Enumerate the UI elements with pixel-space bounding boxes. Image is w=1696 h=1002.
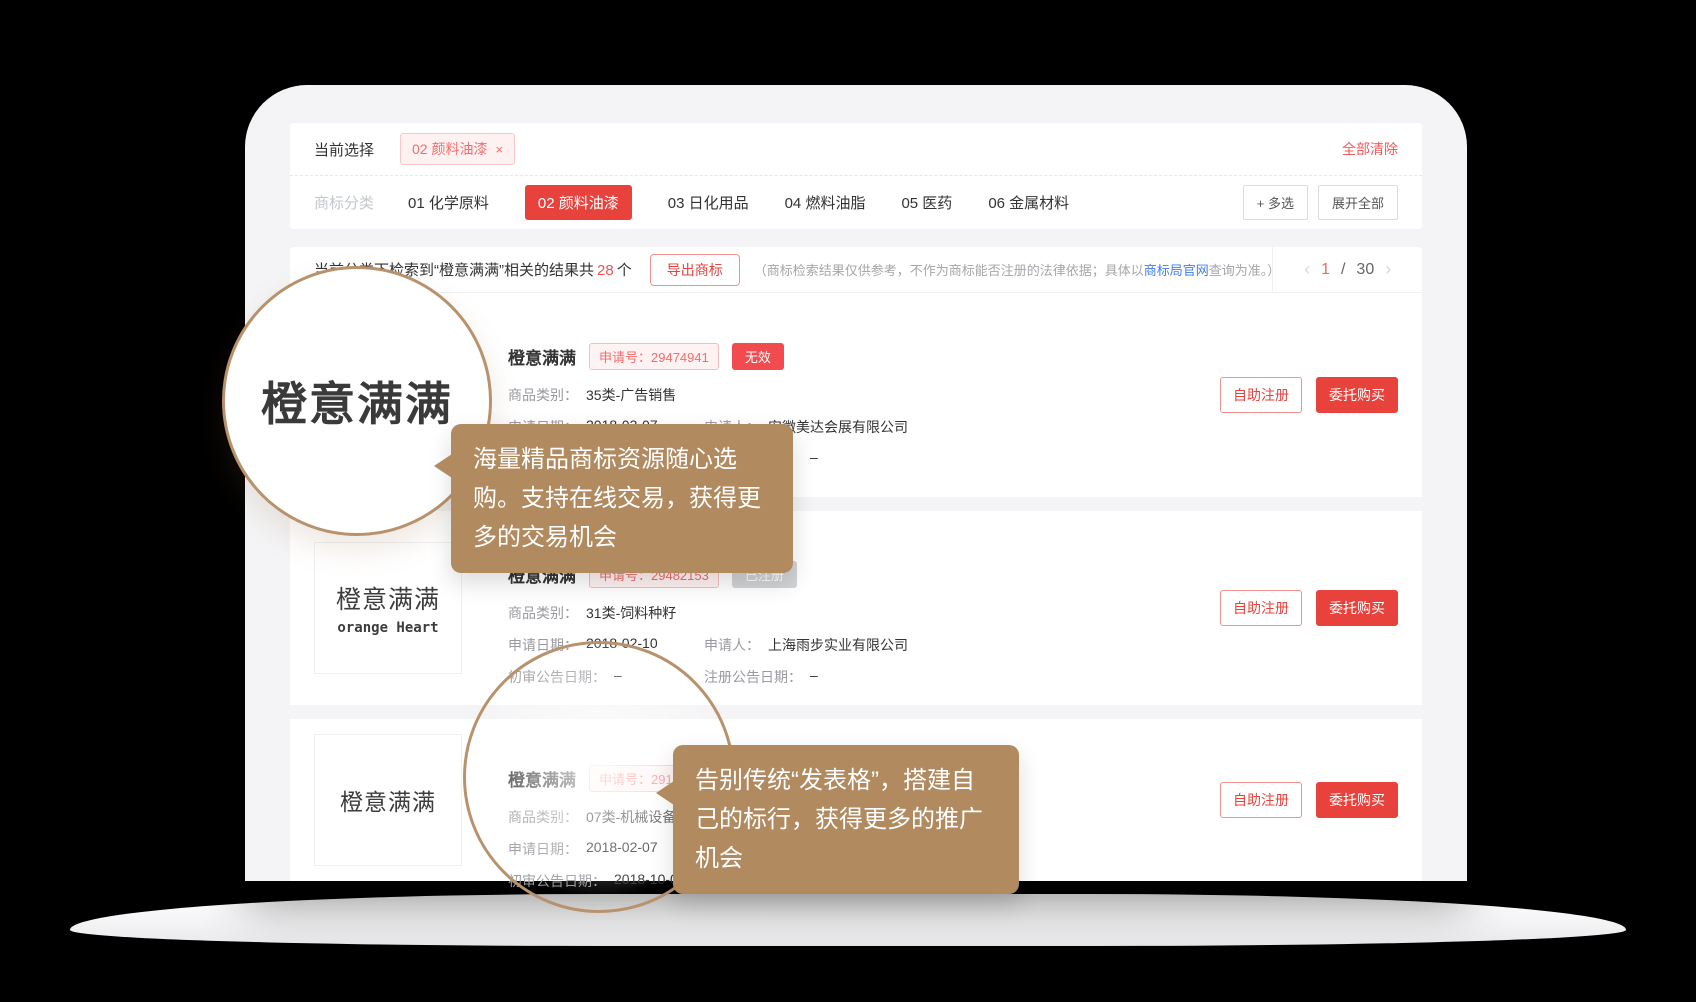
tab-01-chemical[interactable]: 01 化学原料 [408, 192, 489, 213]
registration-publication-value: – [810, 449, 818, 469]
category-label: 商标分类 [314, 192, 374, 213]
multi-select-button[interactable]: + 多选 [1243, 185, 1308, 220]
category-tabs: 01 化学原料 02 颜料油漆 03 日化用品 04 燃料油脂 05 医药 06… [408, 185, 1069, 220]
category-field-label: 商品类别： [508, 385, 578, 405]
tab-06-metal[interactable]: 06 金属材料 [988, 192, 1069, 213]
selected-filter-tag-label: 02 颜料油漆 [412, 139, 487, 159]
expand-all-button[interactable]: 展开全部 [1318, 185, 1398, 220]
summary-unit: 个 [617, 262, 632, 279]
remove-filter-icon[interactable]: × [495, 142, 503, 157]
registration-publication-label: 注册公告日期： [704, 667, 802, 687]
tooltip-marketplace: 海量精品商标资源随心选购。支持在线交易，获得更多的交易机会 [451, 424, 793, 573]
export-trademarks-button[interactable]: 导出商标 [650, 254, 740, 286]
results-count: 28 [597, 262, 614, 279]
current-page: 1 [1321, 261, 1330, 279]
results-header: 当前分类下检索到“橙意满满”相关的结果共28个 导出商标 （商标检索结果仅供参考… [290, 247, 1422, 293]
category-value: 35类-广告销售 [586, 385, 676, 405]
self-register-button[interactable]: 自助注册 [1220, 377, 1302, 413]
registration-publication-value: – [810, 667, 818, 687]
entrust-purchase-button[interactable]: 委托购买 [1316, 590, 1398, 626]
next-page-icon[interactable]: › [1385, 259, 1391, 280]
application-number-label: 申请号： [599, 350, 651, 365]
disclaimer-note: （商标检索结果仅供参考，不作为商标能否注册的法律依据；具体以商标局官网查询为准。… [754, 260, 1273, 279]
magnified-trademark-text: 橙意满满 [261, 368, 453, 434]
trademark-image: 橙意满满 orange Heart [314, 542, 462, 674]
tooltip-promotion: 告别传统“发表格”，搭建自己的标行，获得更多的推广机会 [673, 745, 1019, 894]
tab-03-cosmetics[interactable]: 03 日化用品 [668, 192, 749, 213]
tab-02-paint[interactable]: 02 颜料油漆 [525, 185, 632, 220]
tab-05-medicine[interactable]: 05 医药 [901, 192, 952, 213]
applicant-value: 上海雨步实业有限公司 [768, 635, 908, 655]
trademark-image-subtext: orange Heart [337, 620, 438, 636]
laptop-base [70, 894, 1626, 946]
page-separator: / [1341, 261, 1345, 279]
category-field-label: 商品类别： [508, 603, 578, 623]
tab-04-fuel[interactable]: 04 燃料油脂 [785, 192, 866, 213]
application-number: 29474941 [651, 350, 709, 365]
clear-all-link[interactable]: 全部清除 [1342, 139, 1398, 159]
applicant-label: 申请人： [704, 635, 760, 655]
trademark-image-text: 橙意满满 [340, 783, 436, 817]
selected-filter-tag[interactable]: 02 颜料油漆 × [400, 133, 515, 165]
trademark-name: 橙意满满 [508, 344, 576, 369]
self-register-button[interactable]: 自助注册 [1220, 782, 1302, 818]
self-register-button[interactable]: 自助注册 [1220, 590, 1302, 626]
total-pages: 30 [1356, 261, 1374, 279]
disclaimer-text: （商标检索结果仅供参考，不作为商标能否注册的法律依据；具体以 [754, 263, 1144, 278]
disclaimer-suffix: 查询为准。） [1209, 263, 1273, 278]
row-divider [290, 705, 1422, 719]
entrust-purchase-button[interactable]: 委托购买 [1316, 782, 1398, 818]
filter-panel: 当前选择 02 颜料油漆 × 全部清除 商标分类 01 化学原料 02 颜料油漆… [290, 123, 1422, 229]
pagination: ‹ 1 / 30 › [1272, 247, 1422, 292]
current-selection-label: 当前选择 [314, 139, 374, 160]
application-number-tag: 申请号：29474941 [589, 343, 719, 370]
category-value: 31类-饲料种籽 [586, 603, 676, 623]
trademark-image: 橙意满满 [314, 734, 462, 866]
entrust-purchase-button[interactable]: 委托购买 [1316, 377, 1398, 413]
trademark-image-text: 橙意满满 [336, 580, 440, 616]
prev-page-icon[interactable]: ‹ [1304, 259, 1310, 280]
trademark-office-link[interactable]: 商标局官网 [1144, 263, 1209, 278]
status-badge: 无效 [732, 343, 784, 370]
